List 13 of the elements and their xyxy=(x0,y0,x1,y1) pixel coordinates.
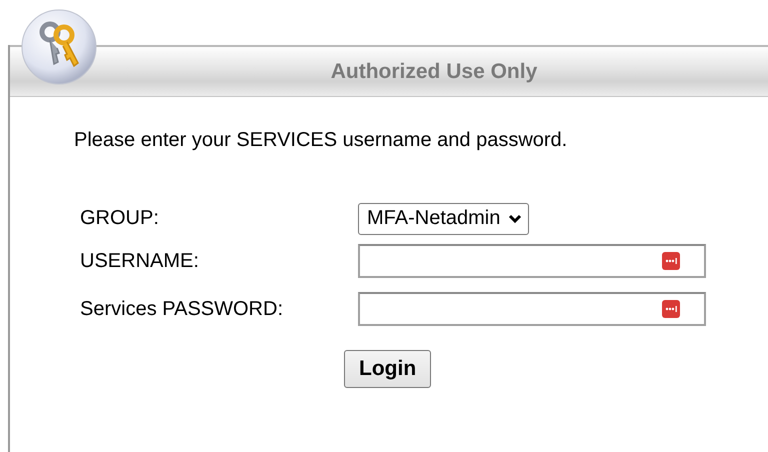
field-label: USERNAME: xyxy=(80,250,199,272)
group-dropdown[interactable]: MFA-Netadmin xyxy=(358,202,530,234)
keys-icon xyxy=(20,8,98,86)
panel-title: Authorized Use Only xyxy=(330,60,538,84)
dots-icon[interactable] xyxy=(662,300,680,318)
password-field[interactable] xyxy=(358,292,706,326)
field-label: GROUP: xyxy=(80,207,159,230)
username-field[interactable] xyxy=(358,244,706,278)
login-button[interactable]: Login xyxy=(344,350,432,388)
instruction-text: Please enter your SERVICES username and password. xyxy=(74,129,568,152)
field-label: Services PASSWORD: xyxy=(80,298,283,320)
dots-icon[interactable] xyxy=(662,252,680,270)
chevron-down-icon xyxy=(508,214,522,224)
